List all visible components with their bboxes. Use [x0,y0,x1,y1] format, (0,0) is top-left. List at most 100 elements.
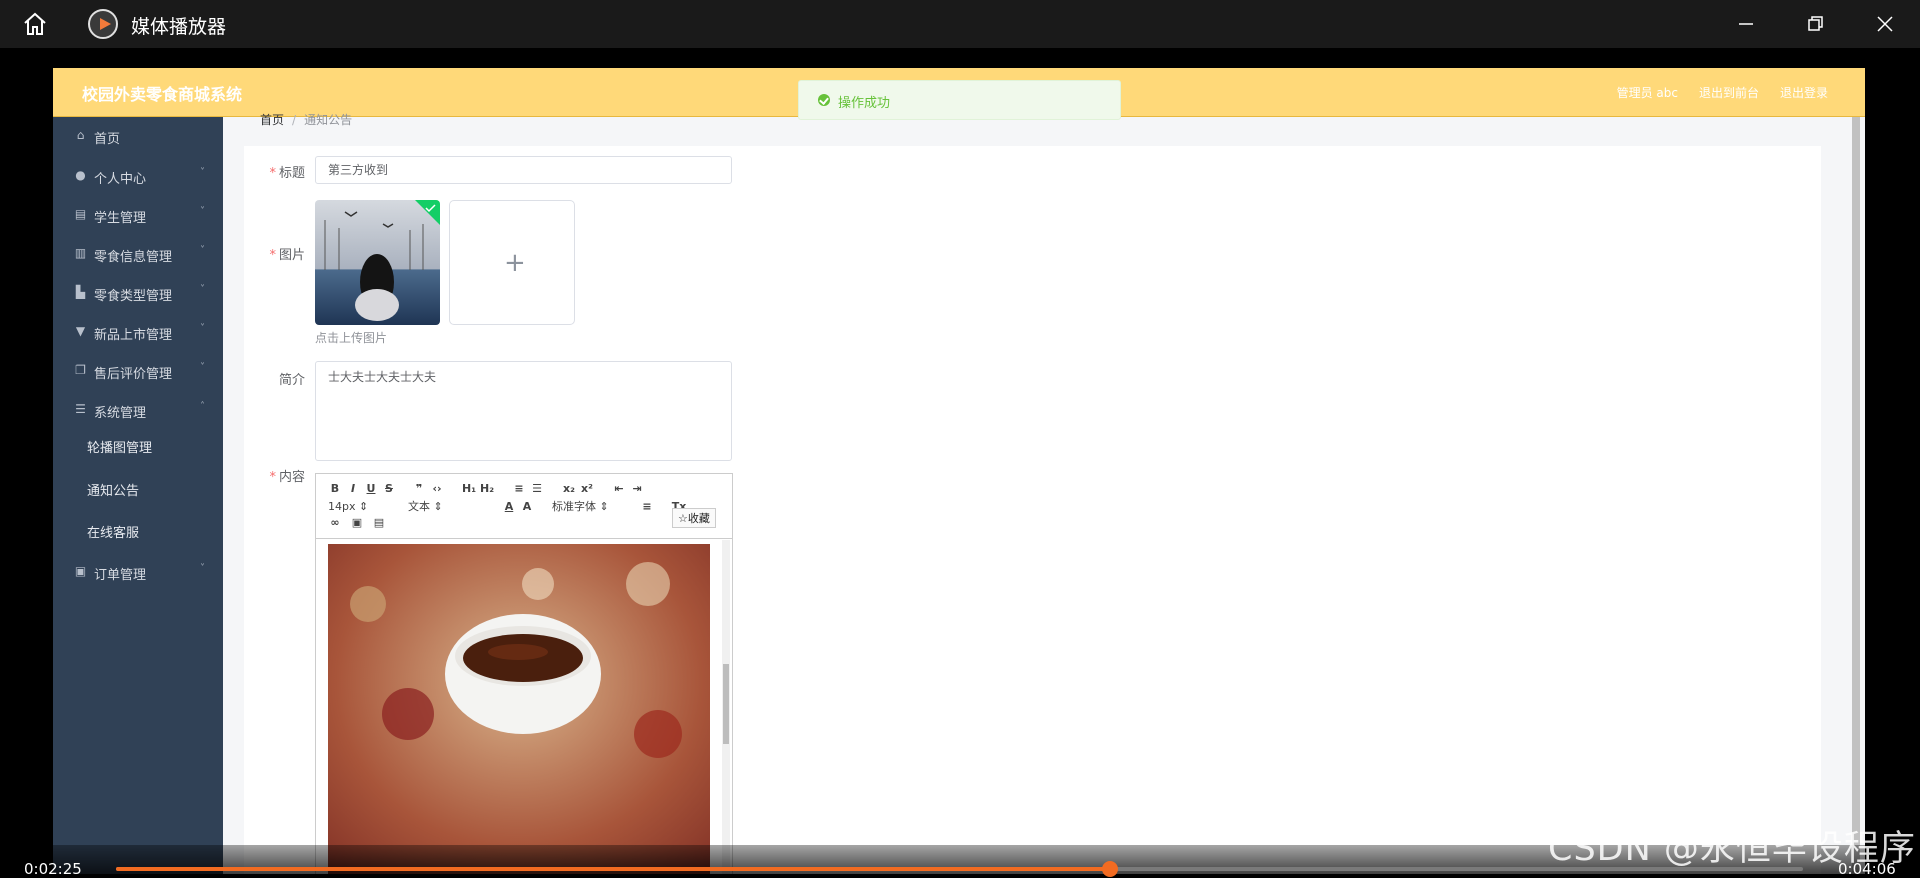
rich-text-editor: B I U S ❞ ‹› H₁ H₂ ≡ ☰ x₂ x² ⇤ ⇥ 14px ⇕ … [315,473,733,874]
ordered-list-icon[interactable]: ≡ [510,482,528,495]
breadcrumb-home[interactable]: 首页 [260,113,284,127]
video-icon[interactable]: ▤ [370,516,388,529]
editor-toolbar-row-3: ∞ ▣ ▤ [326,516,388,529]
calendar-icon: ▣ [74,564,87,578]
sidebar-item-student-management[interactable]: ▤ 学生管理 ˅ [53,196,223,236]
strike-icon[interactable]: S [380,482,398,495]
sidebar-item-home[interactable]: ⌂ 首页 [53,117,223,157]
home-icon[interactable] [22,11,48,37]
sidebar-item-new-products[interactable]: ▼ 新品上市管理 ˅ [53,313,223,353]
elapsed-time: 0:02:25 [24,860,82,878]
notice-form: * 标题 第三方收到 * 图片 + 点击上传图片 简介 士大夫士大夫士大夫 * … [244,146,1821,874]
sidebar-item-system[interactable]: ☰ 系统管理 ˄ [53,391,223,431]
intro-label: 简介 [278,373,305,388]
heading2-icon[interactable]: H₂ [478,482,496,495]
underline-icon[interactable]: U [362,482,380,495]
breadcrumb: 首页 / 通知公告 [260,111,352,128]
sidebar-item-orders[interactable]: ▣ 订单管理 ˅ [53,553,223,593]
close-icon [1877,16,1893,32]
editor-toolbar-row-2: 14px ⇕ 文本 ⇕ A A 标准字体 ⇕ ≡ Tx [328,498,688,514]
sidebar-item-label: 新品上市管理 [94,328,173,343]
breadcrumb-current: 通知公告 [304,113,353,127]
clipboard-icon: ▤ [74,207,87,221]
font-family-select[interactable]: 标准字体 ⇕ [552,498,632,514]
breadcrumb-separator: / [292,113,297,127]
sidebar-item-label: 零食信息管理 [94,250,173,265]
sidebar-item-personal-center[interactable]: ● 个人中心 ˅ [53,157,223,197]
title-input[interactable]: 第三方收到 [315,156,732,184]
sidebar-item-snack-type[interactable]: ▙ 零食类型管理 ˅ [53,274,223,314]
chevron-up-icon: ˄ [200,401,205,412]
editor-scrollbar[interactable] [722,540,730,874]
intro-textarea[interactable]: 士大夫士大夫士大夫 [315,361,732,461]
header-links: 管理员 abc 退出到前台 退出登录 [1617,84,1828,101]
close-button[interactable] [1873,12,1897,36]
content-label: * 内容 [269,470,305,485]
success-toast: 操作成功 [798,80,1121,120]
logout-link[interactable]: 退出登录 [1780,84,1828,101]
uploaded-photo [315,200,440,325]
editor-content-image[interactable] [328,544,710,874]
building-icon: ▙ [75,285,86,299]
list-icon: ☰ [75,402,86,416]
back-to-front-link[interactable]: 退出到前台 [1699,84,1759,101]
admin-user-link[interactable]: 管理员 abc [1617,84,1678,101]
seek-handle[interactable] [1102,861,1119,877]
subscript-icon[interactable]: x₂ [560,482,578,495]
uploaded-image-thumbnail[interactable] [315,200,440,325]
chevron-down-icon: ˅ [200,245,205,256]
home-icon: ⌂ [76,128,85,142]
link-icon[interactable]: ∞ [326,516,344,529]
sidebar-subitem-online-service[interactable]: 在线客服 [87,522,139,541]
minimize-button[interactable] [1734,12,1758,36]
title-label: * 标题 [269,166,305,181]
superscript-icon[interactable]: x² [578,482,596,495]
image-upload-button[interactable]: + [449,200,575,325]
chevron-down-icon: ˅ [200,323,205,334]
video-frame: 校园外卖零食商城系统 管理员 abc 退出到前台 退出登录 操作成功 ⌂ 首页 … [53,68,1865,874]
align-icon[interactable]: ≡ [638,500,656,513]
quote-icon[interactable]: ❞ [410,482,428,495]
sidebar-item-label: 学生管理 [94,211,147,226]
code-icon[interactable]: ‹› [428,482,446,495]
chevron-down-icon: ˅ [200,284,205,295]
sidebar-item-after-sales[interactable]: ❐ 售后评价管理 ˅ [53,352,223,392]
chevron-down-icon: ˅ [200,167,205,178]
app-brand: 校园外卖零食商城系统 [82,85,243,104]
toolbar-divider [316,538,732,539]
copy-icon: ❐ [75,363,86,377]
favorite-button[interactable]: ☆收藏 [672,508,716,528]
chevron-down-icon: ˅ [200,563,205,574]
outdent-icon[interactable]: ⇤ [610,482,628,495]
window-title: 媒体播放器 [131,16,227,38]
minimize-icon [1739,23,1753,25]
user-icon: ● [75,168,86,182]
bold-icon[interactable]: B [326,482,344,495]
chevron-down-icon: ˅ [200,362,205,373]
window-titlebar: 媒体播放器 [0,0,1920,48]
font-size-select[interactable]: 14px ⇕ [328,500,394,513]
heading1-icon[interactable]: H₁ [460,482,478,495]
media-player-icon [88,9,118,39]
indent-icon[interactable]: ⇥ [628,482,646,495]
sidebar-item-snack-info[interactable]: ▥ 零食信息管理 ˅ [53,235,223,275]
sidebar-subitem-carousel[interactable]: 轮播图管理 [87,437,152,456]
page-scrollbar[interactable] [1852,117,1860,874]
paragraph-select[interactable]: 文本 ⇕ [408,498,488,514]
restore-button[interactable] [1803,12,1827,36]
upload-hint: 点击上传图片 [315,331,388,345]
editor-toolbar-row-1: B I U S ❞ ‹› H₁ H₂ ≡ ☰ x₂ x² ⇤ ⇥ [326,482,646,495]
toast-message: 操作成功 [838,96,891,111]
image-icon[interactable]: ▣ [348,516,366,529]
seek-progress [116,867,1111,871]
background-color-icon[interactable]: A [518,500,536,513]
herbal-tea-photo [328,544,710,874]
sidebar-item-label: 首页 [94,132,121,147]
csdn-watermark: CSDN @永恒毕设程序 [1548,829,1916,869]
font-color-icon[interactable]: A [500,500,518,513]
sidebar-item-label: 系统管理 [94,406,147,421]
sidebar-subitem-notice[interactable]: 通知公告 [87,480,139,499]
image-label: * 图片 [269,248,305,263]
italic-icon[interactable]: I [344,482,362,495]
bullet-list-icon[interactable]: ☰ [528,482,546,495]
